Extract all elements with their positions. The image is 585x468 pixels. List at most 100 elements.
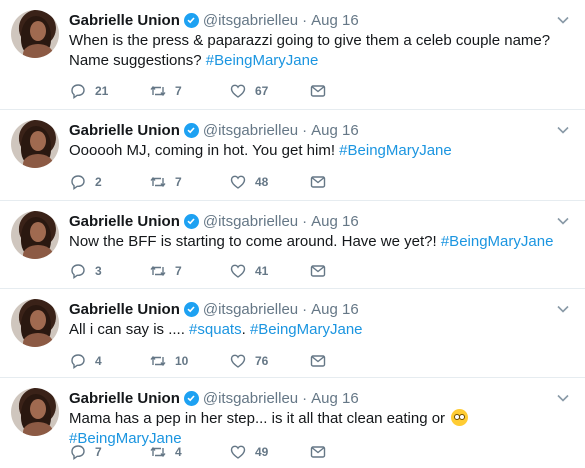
like-button[interactable]: 76 [229,352,309,370]
retweet-button[interactable]: 7 [149,262,229,280]
retweet-button[interactable]: 4 [149,443,229,461]
author-handle[interactable]: @itsgabrielleu [203,122,298,139]
author-name[interactable]: Gabrielle Union [69,122,180,139]
reply-icon [71,354,85,369]
retweet-count: 7 [175,84,182,98]
tweet-date[interactable]: Aug 16 [311,122,359,139]
verified-badge-icon [183,301,199,317]
reply-count: 2 [95,175,102,189]
author-name[interactable]: Gabrielle Union [69,390,180,407]
tweet-header: Gabrielle Union @itsgabrielleu · Aug 16 [69,211,359,231]
tweet-date[interactable]: Aug 16 [311,390,359,407]
caret-down-icon[interactable] [557,14,569,26]
like-button[interactable]: 67 [229,82,309,100]
avatar[interactable] [11,120,59,168]
like-button[interactable]: 48 [229,173,309,191]
direct-message-button[interactable] [309,262,339,280]
direct-message-button[interactable] [309,173,339,191]
retweet-button[interactable]: 7 [149,173,229,191]
author-handle[interactable]: @itsgabrielleu [203,301,298,318]
tweet-text: Oooooh MJ, coming in hot. You get him! #… [69,141,559,161]
tweet-date[interactable]: Aug 16 [311,213,359,230]
like-icon [230,445,246,459]
reply-icon [71,445,85,460]
author-handle[interactable]: @itsgabrielleu [203,213,298,230]
tweet-text-mid: . [241,321,250,338]
separator: · [302,212,308,230]
reply-button[interactable]: 21 [69,82,149,100]
hashtag-link[interactable]: #BeingMaryJane [206,52,319,69]
caret-down-icon[interactable] [557,124,569,136]
author-name[interactable]: Gabrielle Union [69,213,180,230]
tweet-actions: 2 7 48 [69,172,339,192]
tweet-header: Gabrielle Union @itsgabrielleu · Aug 16 [69,10,359,30]
verified-badge-icon [183,213,199,229]
author-name[interactable]: Gabrielle Union [69,12,180,29]
tweet-text-body: Oooooh MJ, coming in hot. You get him! [69,142,340,159]
retweet-count: 4 [175,445,182,459]
like-count: 49 [255,445,269,459]
tweet-text-body: All i can say is .... [69,321,190,338]
avatar[interactable] [11,10,59,58]
tweet-text: All i can say is .... #squats. #BeingMar… [69,320,559,340]
tweet-text: When is the press & paparazzi going to g… [69,31,559,71]
hashtag-link[interactable]: #BeingMaryJane [339,142,452,159]
tweet-actions: 7 4 49 [69,442,339,462]
caret-down-icon[interactable] [557,392,569,404]
reply-button[interactable]: 7 [69,443,149,461]
tweet[interactable]: Gabrielle Union @itsgabrielleu · Aug 16 … [0,0,585,110]
like-icon [230,84,246,98]
like-count: 67 [255,84,269,98]
direct-message-icon [310,176,326,188]
tweet-text-body: Mama has a pep in her step... is it all … [69,410,450,427]
retweet-count: 7 [175,264,182,278]
like-icon [230,264,246,278]
tweet[interactable]: Gabrielle Union @itsgabrielleu · Aug 16 … [0,289,585,378]
avatar[interactable] [11,388,59,436]
like-button[interactable]: 41 [229,262,309,280]
tweet-date[interactable]: Aug 16 [311,12,359,29]
caret-down-icon[interactable] [557,215,569,227]
retweet-button[interactable]: 7 [149,82,229,100]
caret-down-icon[interactable] [557,303,569,315]
author-name[interactable]: Gabrielle Union [69,301,180,318]
direct-message-button[interactable] [309,82,339,100]
verified-badge-icon [183,122,199,138]
tweet-header: Gabrielle Union @itsgabrielleu · Aug 16 [69,120,359,140]
author-handle[interactable]: @itsgabrielleu [203,12,298,29]
tweet[interactable]: Gabrielle Union @itsgabrielleu · Aug 16 … [0,201,585,289]
hashtag-link[interactable]: #squats [189,321,242,338]
separator: · [302,389,308,407]
hashtag-link[interactable]: #BeingMaryJane [441,233,554,250]
tweet[interactable]: Gabrielle Union @itsgabrielleu · Aug 16 … [0,378,585,468]
direct-message-icon [310,446,326,458]
tweet-actions: 21 7 67 [69,81,339,101]
reply-button[interactable]: 3 [69,262,149,280]
direct-message-button[interactable] [309,443,339,461]
direct-message-icon [310,355,326,367]
like-count: 41 [255,264,269,278]
direct-message-icon [310,85,326,97]
author-handle[interactable]: @itsgabrielleu [203,390,298,407]
separator: · [302,121,308,139]
like-icon [230,175,246,189]
tweet-actions: 4 10 76 [69,351,339,371]
reply-button[interactable]: 2 [69,173,149,191]
tweet[interactable]: Gabrielle Union @itsgabrielleu · Aug 16 … [0,110,585,201]
retweet-icon [150,265,166,277]
like-count: 48 [255,175,269,189]
avatar[interactable] [11,211,59,259]
reply-button[interactable]: 4 [69,352,149,370]
like-button[interactable]: 49 [229,443,309,461]
avatar[interactable] [11,299,59,347]
retweet-icon [150,85,166,97]
retweet-button[interactable]: 10 [149,352,229,370]
tweet-header: Gabrielle Union @itsgabrielleu · Aug 16 [69,299,359,319]
tweet-text-body: Now the BFF is starting to come around. … [69,233,441,250]
hashtag-link[interactable]: #BeingMaryJane [250,321,363,338]
tweet-date[interactable]: Aug 16 [311,301,359,318]
tweet-feed: Gabrielle Union @itsgabrielleu · Aug 16 … [0,0,585,468]
separator: · [302,11,308,29]
direct-message-button[interactable] [309,352,339,370]
reply-icon [71,84,85,99]
